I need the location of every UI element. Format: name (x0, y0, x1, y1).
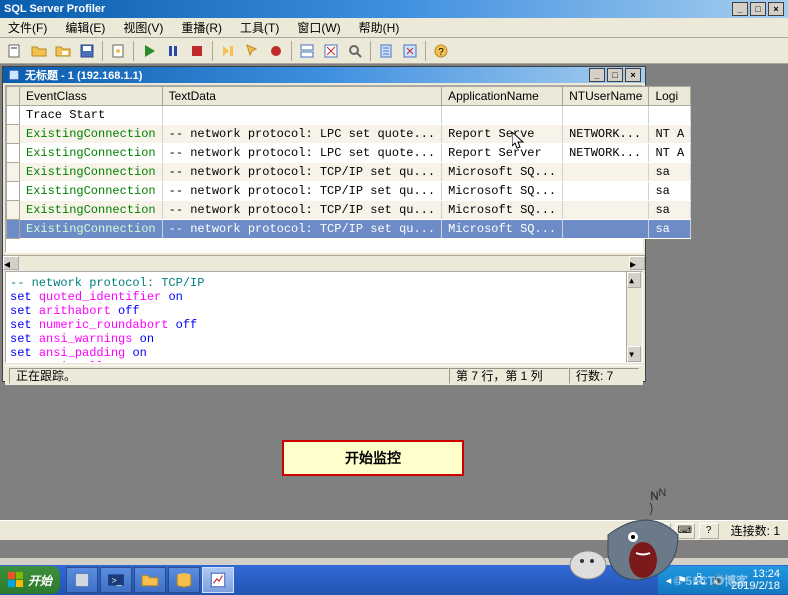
app-title: SQL Server Profiler (4, 3, 732, 15)
table-row[interactable]: ExistingConnection-- network protocol: L… (7, 125, 691, 144)
taskbar: 开始 >_ ◂ ⚑ 🖧 🔊 13:24 2019/2/18 (0, 565, 788, 595)
callout-text: 开始监控 (345, 448, 401, 468)
tb-pause[interactable] (162, 40, 184, 62)
ime-ch[interactable]: CH (651, 523, 671, 539)
close-button[interactable]: × (768, 2, 784, 16)
tray-expand-icon[interactable]: ◂ (666, 574, 672, 587)
task-db-icon[interactable] (168, 567, 200, 593)
child-statusbar: 正在跟踪。 第 7 行，第 1 列 行数: 7 (5, 365, 643, 385)
status-tracking: 正在跟踪。 (9, 368, 449, 384)
tb-tuning[interactable] (399, 40, 421, 62)
tb-open-table[interactable] (52, 40, 74, 62)
scroll-right-button[interactable]: ▸ (629, 256, 645, 270)
tb-cursor[interactable] (241, 40, 263, 62)
trace-icon (7, 69, 21, 81)
table-row[interactable]: ExistingConnection-- network protocol: T… (7, 182, 691, 201)
menu-file[interactable]: 文件(F) (4, 17, 51, 38)
app-statusbar: CH ⌨ ? 连接数: 1 (0, 520, 788, 540)
tb-save[interactable] (76, 40, 98, 62)
menubar: 文件(F) 编辑(E) 视图(V) 重播(R) 工具(T) 窗口(W) 帮助(H… (0, 18, 788, 38)
tray-clock[interactable]: 13:24 2019/2/18 (731, 568, 780, 592)
menu-view[interactable]: 视图(V) (119, 17, 167, 38)
child-min-button[interactable]: _ (589, 68, 605, 82)
tb-clear[interactable] (320, 40, 342, 62)
tb-template[interactable] (375, 40, 397, 62)
col-appname[interactable]: ApplicationName (442, 87, 563, 106)
task-explorer-icon[interactable] (134, 567, 166, 593)
table-row[interactable]: ExistingConnection-- network protocol: T… (7, 220, 691, 239)
child-max-button[interactable]: □ (607, 68, 623, 82)
windows-icon (8, 572, 24, 588)
child-close-button[interactable]: × (625, 68, 641, 82)
col-textdata[interactable]: TextData (162, 87, 441, 106)
titlebar: SQL Server Profiler _ □ × (0, 0, 788, 18)
minimize-button[interactable]: _ (732, 2, 748, 16)
table-row[interactable]: ExistingConnection-- network protocol: L… (7, 144, 691, 163)
ime-panel[interactable]: CH ⌨ ? (651, 523, 719, 539)
menu-window[interactable]: 窗口(W) (293, 17, 344, 38)
status-rows: 行数: 7 (569, 368, 639, 384)
detail-pane[interactable]: -- network protocol: TCP/IP set quoted_i… (5, 271, 643, 363)
status-rowcol: 第 7 行，第 1 列 (449, 368, 569, 384)
task-powershell-icon[interactable]: >_ (100, 567, 132, 593)
tb-help[interactable]: ? (430, 40, 452, 62)
col-eventclass[interactable]: EventClass (20, 87, 163, 106)
col-rowheader[interactable] (7, 87, 20, 106)
detail-v-scrollbar[interactable]: ▴ ▾ (626, 272, 642, 362)
col-ntuser[interactable]: NTUserName (563, 87, 649, 106)
tb-find[interactable] (344, 40, 366, 62)
menu-tools[interactable]: 工具(T) (236, 17, 283, 38)
menu-help[interactable]: 帮助(H) (355, 17, 404, 38)
child-titlebar: 无标题 - 1 (192.168.1.1) _ □ × (3, 67, 645, 83)
systray: ◂ ⚑ 🖧 🔊 13:24 2019/2/18 (658, 566, 788, 594)
tb-new-trace[interactable] (4, 40, 26, 62)
mdi-area: 无标题 - 1 (192.168.1.1) _ □ × EventClass T… (0, 64, 788, 558)
scroll-left-button[interactable]: ◂ (3, 256, 19, 270)
tray-volume-icon[interactable]: 🔊 (711, 574, 725, 587)
svg-text:>_: >_ (112, 575, 123, 585)
child-controls: _ □ × (589, 68, 641, 82)
child-title: 无标题 - 1 (192.168.1.1) (25, 67, 589, 83)
status-connections: 连接数: 1 (731, 522, 780, 539)
scroll-up-button[interactable]: ▴ (627, 272, 641, 288)
ime-keyboard-icon[interactable]: ⌨ (675, 523, 695, 539)
task-profiler-icon[interactable] (202, 567, 234, 593)
table-row[interactable]: ExistingConnection-- network protocol: T… (7, 163, 691, 182)
ime-help-icon[interactable]: ? (699, 523, 719, 539)
table-row[interactable]: Trace Start (7, 106, 691, 125)
toolbar: ? (0, 38, 788, 64)
tb-window-list[interactable] (296, 40, 318, 62)
task-server-icon[interactable] (66, 567, 98, 593)
tray-network-icon[interactable]: 🖧 (693, 571, 705, 590)
trace-grid[interactable]: EventClass TextData ApplicationName NTUs… (5, 85, 643, 253)
start-button[interactable]: 开始 (0, 566, 60, 594)
tb-breakpoint[interactable] (265, 40, 287, 62)
table-row[interactable]: ExistingConnection-- network protocol: T… (7, 201, 691, 220)
menu-replay[interactable]: 重播(R) (177, 17, 226, 38)
trace-window: 无标题 - 1 (192.168.1.1) _ □ × EventClass T… (2, 66, 646, 382)
tray-flag-icon[interactable]: ⚑ (677, 574, 687, 587)
tb-properties[interactable] (107, 40, 129, 62)
tb-open[interactable] (28, 40, 50, 62)
maximize-button[interactable]: □ (750, 2, 766, 16)
tb-step[interactable] (217, 40, 239, 62)
col-login[interactable]: Logi (649, 87, 691, 106)
h-scrollbar[interactable]: ◂ ▸ (3, 255, 645, 271)
scroll-down-button[interactable]: ▾ (627, 346, 641, 362)
svg-text:?: ? (438, 47, 444, 58)
title-controls: _ □ × (732, 2, 784, 16)
quick-launch: >_ (66, 567, 234, 593)
menu-edit[interactable]: 编辑(E) (61, 17, 109, 38)
tb-run[interactable] (138, 40, 160, 62)
tb-stop[interactable] (186, 40, 208, 62)
callout-box: 开始监控 (282, 440, 464, 476)
